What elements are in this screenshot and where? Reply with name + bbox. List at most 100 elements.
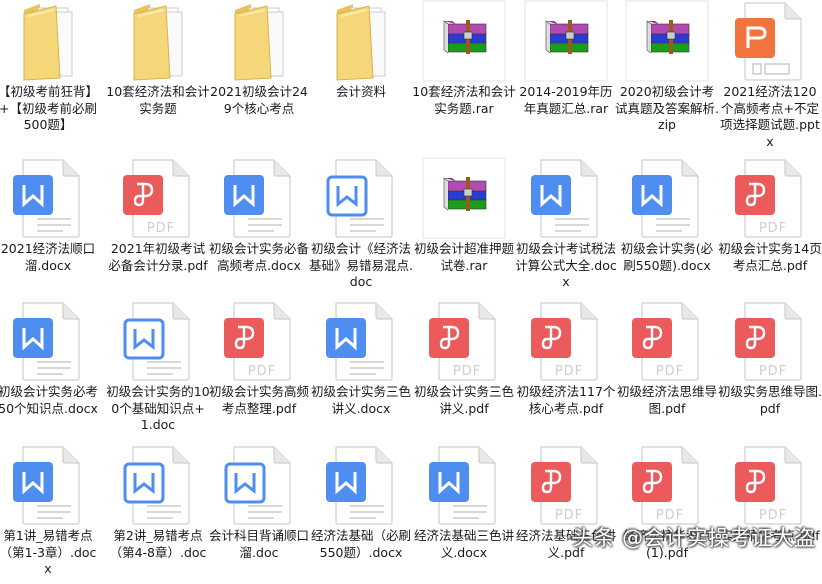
file-item[interactable]: PDF 2021年初级考试必备会计分录.pdf bbox=[108, 157, 208, 297]
file-name-label: 第1讲_易错考点（第1-3章）.docx bbox=[0, 528, 97, 576]
file-name-label: 初级会计实务的100个基础知识点+1.doc bbox=[106, 384, 210, 432]
file-item[interactable]: 2021经济法顺口溜.docx bbox=[0, 157, 98, 297]
word-file-icon bbox=[632, 157, 702, 243]
file-name-label: 经济法基础（必刷550题）.docx bbox=[310, 528, 411, 560]
file-item[interactable]: 会计资料 bbox=[311, 0, 411, 140]
file-name-label: 2014-2019年历年真题汇总.rar bbox=[519, 84, 613, 116]
file-item[interactable]: 2014-2019年历年真题汇总.rar bbox=[516, 0, 616, 140]
word-doc-icon bbox=[326, 157, 396, 243]
file-name-label: 初级会计实务三色讲义.pdf bbox=[413, 384, 514, 416]
file-name-label: 初级会计实务高频考点整理.pdf bbox=[208, 384, 309, 416]
file-item[interactable]: 第1讲_易错考点（第1-3章）.docx bbox=[0, 444, 98, 584]
svg-text:PDF: PDF bbox=[759, 364, 787, 379]
pdf-file-icon: PDF bbox=[429, 300, 499, 386]
file-item[interactable]: 初级会计实务必考50个知识点.docx bbox=[0, 300, 98, 440]
svg-text:PDF: PDF bbox=[656, 508, 684, 523]
pdf-file-icon: PDF bbox=[531, 300, 601, 386]
file-name-label: 10套经济法和会计实务题 bbox=[106, 84, 210, 116]
svg-text:PDF: PDF bbox=[759, 221, 787, 236]
file-item[interactable]: 10套经济法和会计实务题 bbox=[106, 0, 210, 140]
file-item[interactable]: PDF 初级会计实务14页考点汇总.pdf bbox=[718, 157, 822, 297]
file-name-label: 2021经济法120个高频考点+不定项选择题试题.pptx bbox=[720, 84, 820, 149]
file-item[interactable]: 初级会计实务必备高频考点.docx bbox=[209, 157, 309, 297]
pdf-file-icon: PDF bbox=[735, 300, 805, 386]
file-item[interactable]: 经济法基础三色讲义.docx bbox=[414, 444, 514, 584]
file-item[interactable]: 2020初级会计考试真题及答案解析.zip bbox=[615, 0, 719, 140]
svg-text:PDF: PDF bbox=[248, 364, 276, 379]
file-name-label: 初级会计实务必备高频考点.docx bbox=[208, 241, 309, 273]
folder-icon bbox=[126, 2, 190, 86]
file-name-label: 初级会计超准押题试卷.rar bbox=[413, 241, 514, 273]
file-name-label: 初级经济法117个核心考点.pdf bbox=[516, 384, 616, 416]
file-item[interactable]: PDF 初级经济法思维导图.pdf bbox=[617, 300, 717, 440]
svg-text:PDF: PDF bbox=[147, 221, 175, 236]
pdf-file-icon: PDF bbox=[123, 157, 193, 243]
file-name-label: 2021初级会计249个核心考点 bbox=[210, 84, 308, 116]
pdf-file-icon: PDF bbox=[632, 444, 702, 530]
svg-text:PDF: PDF bbox=[759, 508, 787, 523]
pdf-file-icon: PDF bbox=[224, 300, 294, 386]
pdf-file-icon: PDF bbox=[735, 157, 805, 243]
file-name-label: 初级会计实务14页考点汇总.pdf bbox=[718, 241, 822, 273]
file-item[interactable]: 会计科目背诵顺口溜.doc bbox=[209, 444, 309, 584]
file-name-label: 初级实务思维导图.pdf bbox=[718, 384, 822, 416]
file-item[interactable]: 2021经济法120个高频考点+不定项选择题试题.pptx bbox=[720, 0, 820, 149]
file-item[interactable]: 初级会计实务三色讲义.docx bbox=[311, 300, 411, 440]
file-name-label: 经济法基础三色讲义.docx bbox=[413, 528, 514, 560]
rar-archive-icon bbox=[625, 0, 709, 86]
file-name-label: 2021年初级考试必备会计分录.pdf bbox=[108, 241, 208, 273]
file-item[interactable]: PDF 初级会计实务三色讲义.pdf bbox=[414, 300, 514, 440]
rar-archive-icon bbox=[524, 0, 608, 86]
file-name-label: 2021经济法顺口溜.docx bbox=[0, 241, 96, 273]
word-doc-icon bbox=[123, 444, 193, 530]
file-item[interactable]: PDF 初级经济法117个核心考点.pdf bbox=[516, 300, 616, 440]
file-name-label: 初级会计实务必考50个知识点.docx bbox=[0, 384, 98, 416]
folder-icon bbox=[16, 2, 80, 86]
file-name-label: 会计科目背诵顺口溜.doc bbox=[208, 528, 309, 560]
rar-archive-icon bbox=[422, 157, 506, 243]
file-item[interactable]: PDF 经济法精华考点(1).pdf bbox=[617, 444, 717, 584]
file-name-label: 初级经济法思维导图.pdf bbox=[616, 384, 717, 416]
file-name-label: 初级会计实务三色讲义.docx bbox=[310, 384, 411, 416]
file-item[interactable]: 【初级考前狂背】+【初级考前必刷500题】 bbox=[0, 0, 98, 140]
svg-text:PDF: PDF bbox=[453, 364, 481, 379]
word-doc-icon bbox=[123, 300, 193, 386]
file-name-label: 初级会计《经济法基础》易错易混点.doc bbox=[309, 241, 413, 289]
word-file-icon bbox=[326, 444, 396, 530]
pdf-file-icon: PDF bbox=[735, 444, 805, 530]
file-name-label: 初级会计考试税法计算公式大全.docx bbox=[515, 241, 617, 289]
file-item[interactable]: 第2讲_易错考点（第4-8章）.doc bbox=[108, 444, 208, 584]
pdf-file-icon: PDF bbox=[531, 444, 601, 530]
file-item[interactable]: 初级会计实务的100个基础知识点+1.doc bbox=[106, 300, 210, 440]
folder-icon bbox=[329, 2, 393, 86]
folder-icon bbox=[227, 2, 291, 86]
file-item[interactable]: 初级会计超准押题试卷.rar bbox=[414, 157, 514, 297]
file-item[interactable]: 经济法基础（必刷550题）.docx bbox=[311, 444, 411, 584]
svg-text:PDF: PDF bbox=[555, 364, 583, 379]
ppt-file-icon bbox=[735, 0, 805, 86]
file-name-label: 2020初级会计考试真题及答案解析.zip bbox=[615, 84, 719, 132]
pdf-file-icon: PDF bbox=[632, 300, 702, 386]
file-name-label: 【初级考前狂背】+【初级考前必刷500题】 bbox=[0, 84, 98, 132]
file-item[interactable]: 10套经济法和会计实务题.rar bbox=[412, 0, 516, 140]
word-doc-icon bbox=[224, 444, 294, 530]
word-file-icon bbox=[224, 157, 294, 243]
file-item[interactable]: PDF 经济法基础三色讲义.pdf bbox=[516, 444, 616, 584]
file-name-label: 会计资料 bbox=[335, 84, 386, 99]
word-file-icon bbox=[13, 444, 83, 530]
watermark: 头条 @会计实操考证大盗 bbox=[572, 526, 816, 550]
file-item[interactable]: 初级会计考试税法计算公式大全.docx bbox=[515, 157, 617, 297]
rar-archive-icon bbox=[422, 0, 506, 86]
file-item[interactable]: PDF 初级会计实务高频考点整理.pdf bbox=[209, 300, 309, 440]
word-file-icon bbox=[326, 300, 396, 386]
file-item[interactable]: 初级会计《经济法基础》易错易混点.doc bbox=[309, 157, 413, 297]
svg-text:PDF: PDF bbox=[555, 508, 583, 523]
file-name-label: 10套经济法和会计实务题.rar bbox=[412, 84, 516, 116]
file-item[interactable]: PDF 初级实务思维导图.pdf bbox=[718, 300, 822, 440]
word-file-icon bbox=[531, 157, 601, 243]
svg-text:PDF: PDF bbox=[656, 364, 684, 379]
file-item[interactable]: PDF 实务精华考点.pdf bbox=[720, 444, 820, 584]
file-item[interactable]: 初级会计实务(必刷550题).docx bbox=[617, 157, 717, 297]
file-item[interactable]: 2021初级会计249个核心考点 bbox=[209, 0, 309, 140]
file-name-label: 初级会计实务(必刷550题).docx bbox=[620, 241, 714, 273]
